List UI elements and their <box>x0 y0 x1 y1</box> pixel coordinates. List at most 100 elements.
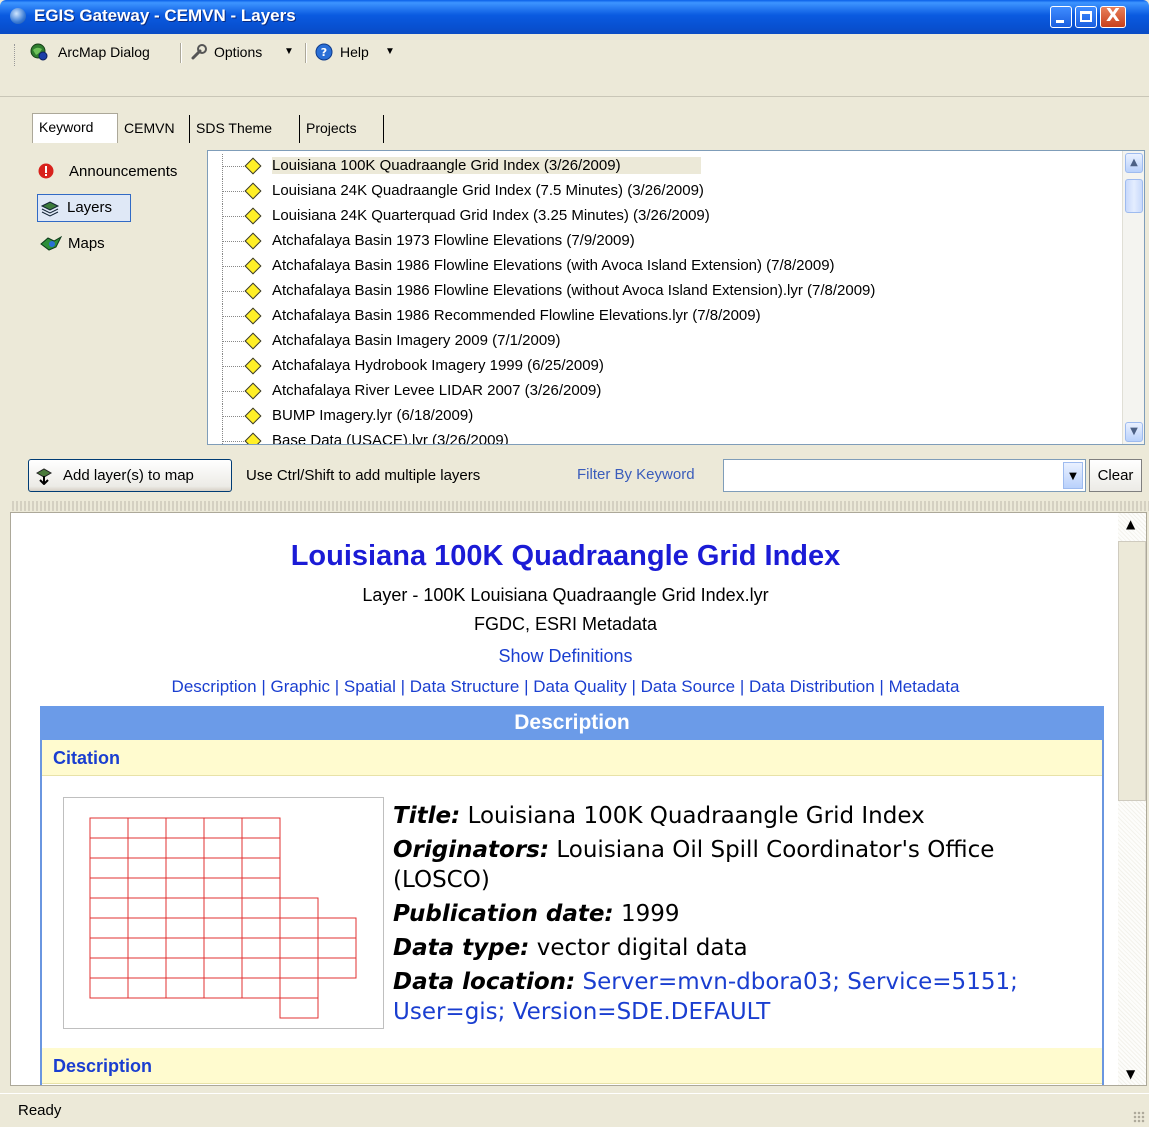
layer-list-item[interactable]: Louisiana 24K Quarterquad Grid Index (3.… <box>208 204 1118 229</box>
chevron-down-icon: ▼ <box>1069 471 1077 482</box>
layer-list-item[interactable]: Atchafalaya Basin Imagery 2009 (7/1/2009… <box>208 329 1118 354</box>
tree-connector <box>222 291 246 292</box>
citation-fields: Title: Louisiana 100K Quadraangle Grid I… <box>393 801 1083 1031</box>
grid-cell <box>317 937 357 959</box>
section-link[interactable]: Description <box>172 677 257 696</box>
help-menu-button[interactable]: ? Help ▼ <box>315 43 400 63</box>
grid-cell <box>89 917 129 939</box>
layer-list-item[interactable]: Louisiana 100K Quadraangle Grid Index (3… <box>208 154 1118 179</box>
layer-list-item[interactable]: Atchafalaya Basin 1986 Flowline Elevatio… <box>208 254 1118 279</box>
layers-icon <box>40 201 60 217</box>
nav-item-layers[interactable]: Layers <box>37 194 131 222</box>
layer-diamond-icon <box>244 432 262 444</box>
section-link[interactable]: Data Distribution <box>749 677 875 696</box>
add-layer-icon <box>35 468 53 485</box>
maximize-button[interactable] <box>1075 6 1097 28</box>
section-link[interactable]: Data Source <box>641 677 736 696</box>
layer-list-item[interactable]: Atchafalaya Hydrobook Imagery 1999 (6/25… <box>208 354 1118 379</box>
chevron-down-icon: ▼ <box>1130 426 1138 437</box>
keyword-dropdown-button[interactable]: ▼ <box>1063 462 1083 489</box>
citation-link[interactable]: Citation <box>42 740 1102 776</box>
tab-sds-theme[interactable]: SDS Theme <box>190 115 300 143</box>
grid-cell <box>127 937 167 959</box>
section-link[interactable]: Spatial <box>344 677 396 696</box>
layer-diamond-icon <box>244 332 262 350</box>
data-location-key: Data location: <box>393 969 576 995</box>
section-link[interactable]: Graphic <box>270 677 330 696</box>
link-separator: | <box>395 677 410 696</box>
layer-list-item[interactable]: Base Data (USACE).lyr (3/26/2009) <box>208 429 1118 444</box>
options-menu-button[interactable]: Options ▼ <box>190 43 300 63</box>
scroll-up-button[interactable]: ▲ <box>1125 153 1143 173</box>
scroll-up-arrow-icon[interactable]: ▲ <box>1126 517 1135 531</box>
scroll-thumb[interactable] <box>1125 179 1143 213</box>
layer-list-item[interactable]: Louisiana 24K Quadraangle Grid Index (7.… <box>208 179 1118 204</box>
title-bar[interactable]: EGIS Gateway - CEMVN - Layers X <box>0 0 1149 34</box>
tree-connector <box>222 416 246 417</box>
grid-cell <box>165 897 205 919</box>
tab-keyword-label: Keyword <box>39 119 94 135</box>
section-link[interactable]: Data Structure <box>410 677 520 696</box>
scroll-down-button[interactable]: ▼ <box>1125 422 1143 442</box>
metadata-scroll-thumb[interactable] <box>1118 541 1146 801</box>
layer-label: Atchafalaya Basin 1986 Flowline Elevatio… <box>272 257 835 274</box>
resize-grip-icon[interactable] <box>1133 1111 1145 1123</box>
scroll-down-arrow-icon[interactable]: ▼ <box>1126 1067 1135 1081</box>
close-button[interactable]: X <box>1100 5 1126 28</box>
nav-label: Maps <box>68 235 105 252</box>
clear-button[interactable]: Clear <box>1089 459 1142 492</box>
arcmap-dialog-button[interactable]: ArcMap Dialog <box>30 43 170 63</box>
metadata-scrollbar[interactable]: ▲ ▼ <box>1118 513 1146 1085</box>
link-separator: | <box>330 677 344 696</box>
keyword-filter-combobox[interactable]: ▼ <box>723 459 1086 492</box>
layer-list-item[interactable]: Atchafalaya Basin 1986 Flowline Elevatio… <box>208 279 1118 304</box>
options-label: Options <box>214 44 263 60</box>
section-link[interactable]: Metadata <box>889 677 960 696</box>
grid-cell <box>317 917 357 939</box>
grid-cell <box>89 957 129 979</box>
description-link[interactable]: Description <box>42 1048 1102 1084</box>
layer-list-item[interactable]: Atchafalaya Basin 1973 Flowline Elevatio… <box>208 229 1118 254</box>
grid-cell <box>127 857 167 879</box>
show-definitions-link[interactable]: Show Definitions <box>11 646 1120 667</box>
tab-projects[interactable]: Projects <box>300 115 384 143</box>
grid-cell <box>241 917 281 939</box>
metadata-section-links: Description | Graphic | Spatial | Data S… <box>11 677 1120 697</box>
layer-diamond-icon <box>244 157 262 175</box>
tree-connector <box>222 366 246 367</box>
arcmap-globe-icon <box>30 43 48 61</box>
pane-splitter[interactable] <box>12 501 1149 511</box>
grid-cell <box>165 877 205 899</box>
layer-list-item[interactable]: Atchafalaya River Levee LIDAR 2007 (3/26… <box>208 379 1118 404</box>
grid-cell <box>89 897 129 919</box>
grid-cell <box>165 837 205 859</box>
layer-diamond-icon <box>244 407 262 425</box>
tab-keyword[interactable]: Keyword <box>32 113 118 143</box>
minimize-button[interactable] <box>1050 6 1072 28</box>
multi-select-hint: Use Ctrl/Shift to add multiple layers <box>246 467 481 484</box>
grid-cell <box>317 957 357 979</box>
grid-cell <box>127 877 167 899</box>
chevron-down-icon: ▼ <box>385 46 395 57</box>
section-link[interactable]: Data Quality <box>533 677 627 696</box>
add-layers-button[interactable]: Add layer(s) to map <box>28 459 232 492</box>
layer-label: Atchafalaya Basin 1986 Recommended Flowl… <box>272 307 761 324</box>
nav-item-announcements[interactable]: Announcements <box>38 158 198 186</box>
layer-preview-graphic <box>63 797 384 1029</box>
layer-list-item[interactable]: BUMP Imagery.lyr (6/18/2009) <box>208 404 1118 429</box>
nav-item-maps[interactable]: Maps <box>40 230 140 258</box>
grid-cell <box>127 917 167 939</box>
tree-connector <box>222 266 246 267</box>
tab-cemvn[interactable]: CEMVN <box>118 115 190 143</box>
publication-date-value: 1999 <box>620 901 680 927</box>
toolbar-separator <box>305 43 307 63</box>
minimize-icon <box>1056 20 1064 23</box>
grid-cell <box>279 957 319 979</box>
grid-cell <box>203 937 243 959</box>
layer-tree[interactable]: Louisiana 100K Quadraangle Grid Index (3… <box>207 150 1145 445</box>
tree-scrollbar[interactable]: ▲ ▼ <box>1122 151 1144 444</box>
grid-cell <box>89 857 129 879</box>
link-separator: | <box>735 677 750 696</box>
layer-diamond-icon <box>244 257 262 275</box>
layer-list-item[interactable]: Atchafalaya Basin 1986 Recommended Flowl… <box>208 304 1118 329</box>
